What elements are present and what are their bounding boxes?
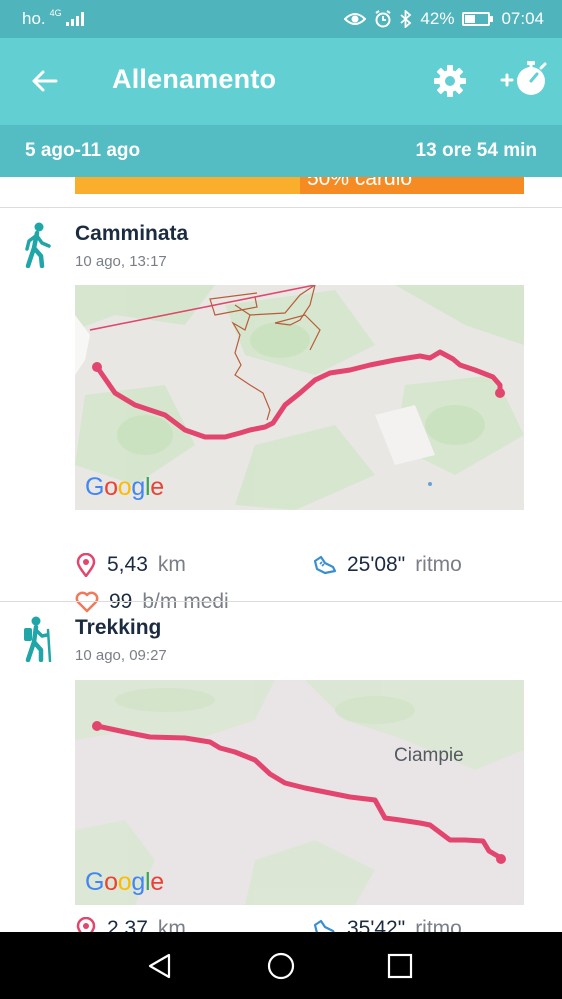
pace-unit: ritmo	[415, 553, 462, 576]
carrier-name: ho.	[22, 9, 46, 28]
back-button[interactable]	[28, 65, 60, 97]
activity-date: 10 ago, 09:27	[75, 647, 167, 664]
alarm-icon	[375, 10, 391, 28]
arrow-left-icon	[32, 70, 58, 92]
location-pin-icon	[76, 917, 96, 932]
signal-icon	[65, 12, 84, 26]
recents-nav-button[interactable]	[380, 946, 420, 986]
network-type: 4G	[49, 8, 62, 18]
cardio-zone-label: 50% cardio	[307, 177, 413, 190]
walking-person-icon	[25, 222, 51, 268]
pace-value: 35'42"	[347, 917, 406, 932]
location-pin-icon	[76, 553, 96, 577]
home-nav-button[interactable]	[261, 946, 301, 986]
system-navigation-bar	[0, 932, 562, 999]
distance-stat: 2,37 km	[75, 917, 186, 932]
fat-burn-segment	[75, 177, 300, 194]
activity-list[interactable]: 50% cardio Camminata 10 ago, 13:17 Googl…	[0, 177, 562, 932]
back-nav-button[interactable]	[140, 946, 180, 986]
pace-stat: 35'42" ritmo	[313, 917, 462, 932]
google-logo: Google	[85, 868, 164, 896]
add-workout-timer-button[interactable]	[498, 57, 552, 101]
circle-home-icon	[267, 952, 295, 980]
status-left: ho. 4G	[22, 8, 84, 29]
status-right: 42% 07:04	[344, 9, 544, 29]
stopwatch-plus-icon	[500, 61, 547, 95]
page-title: Allenamento	[112, 64, 277, 94]
pace-unit: ritmo	[415, 917, 462, 932]
gear-icon	[434, 65, 466, 97]
eye-icon	[344, 13, 367, 25]
week-summary-bar[interactable]: 5 ago-11 ago 13 ore 54 min	[0, 125, 562, 177]
status-bar: ho. 4G 42% 07:04	[0, 0, 562, 38]
bluetooth-icon	[400, 10, 412, 28]
shoe-icon	[313, 919, 335, 932]
google-logo: Google	[85, 473, 164, 501]
hiking-person-icon	[24, 616, 52, 662]
app-bar: Allenamento	[0, 38, 562, 125]
distance-value: 5,43	[107, 553, 148, 576]
pace-value: 25'08"	[347, 553, 406, 576]
triangle-back-icon	[148, 953, 171, 979]
distance-unit: km	[157, 917, 186, 932]
total-time: 13 ore 54 min	[415, 140, 537, 161]
activity-name: Trekking	[75, 616, 162, 639]
activity-card-trekking[interactable]: Trekking 10 ago, 09:27 Ciampie Google 2,…	[0, 602, 562, 932]
distance-value: 2,37	[107, 917, 148, 932]
route-map[interactable]: Google	[75, 285, 524, 510]
activity-name: Camminata	[75, 222, 189, 245]
battery-icon	[462, 12, 494, 26]
activity-date: 10 ago, 13:17	[75, 253, 167, 270]
shoe-icon	[313, 555, 337, 575]
settings-button[interactable]	[432, 63, 468, 99]
distance-stat: 5,43 km	[75, 553, 186, 577]
route-map[interactable]: Ciampie Google	[75, 680, 524, 905]
date-range: 5 ago-11 ago	[25, 140, 141, 161]
square-recents-icon	[387, 953, 413, 979]
pace-stat: 25'08" ritmo	[313, 553, 462, 577]
clock-time: 07:04	[501, 9, 544, 28]
battery-percent: 42%	[420, 9, 455, 28]
map-place-label: Ciampie	[394, 745, 464, 766]
activity-card-camminata[interactable]: Camminata 10 ago, 13:17 Google 5,43 km 2…	[0, 208, 562, 613]
distance-unit: km	[157, 553, 186, 576]
heart-zone-bar	[75, 177, 524, 194]
